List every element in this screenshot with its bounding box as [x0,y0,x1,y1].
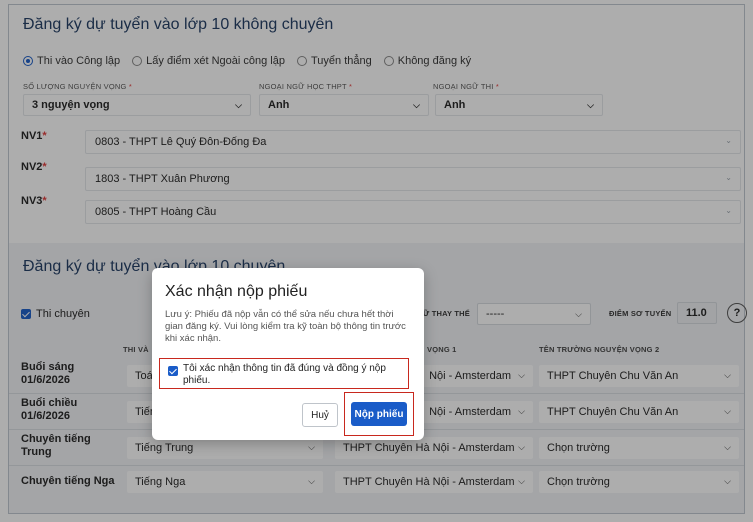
submit-button[interactable]: Nộp phiếu [351,402,407,426]
confirm-checkbox-label[interactable]: Tôi xác nhận thông tin đã đúng và đồng ý… [183,363,405,387]
dialog-note: Lưu ý: Phiếu đã nộp vẫn có thể sửa nếu c… [165,309,406,344]
confirm-checkbox[interactable] [168,366,178,376]
dialog-title: Xác nhận nộp phiếu [165,283,308,300]
submit-button-highlight: Nộp phiếu [344,392,414,436]
cancel-button[interactable]: Huỷ [302,403,338,427]
confirm-checkbox-highlight: Tôi xác nhận thông tin đã đúng và đồng ý… [159,358,409,389]
modal-backdrop[interactable] [0,0,753,522]
confirm-submit-dialog: Xác nhận nộp phiếu Lưu ý: Phiếu đã nộp v… [152,268,424,440]
